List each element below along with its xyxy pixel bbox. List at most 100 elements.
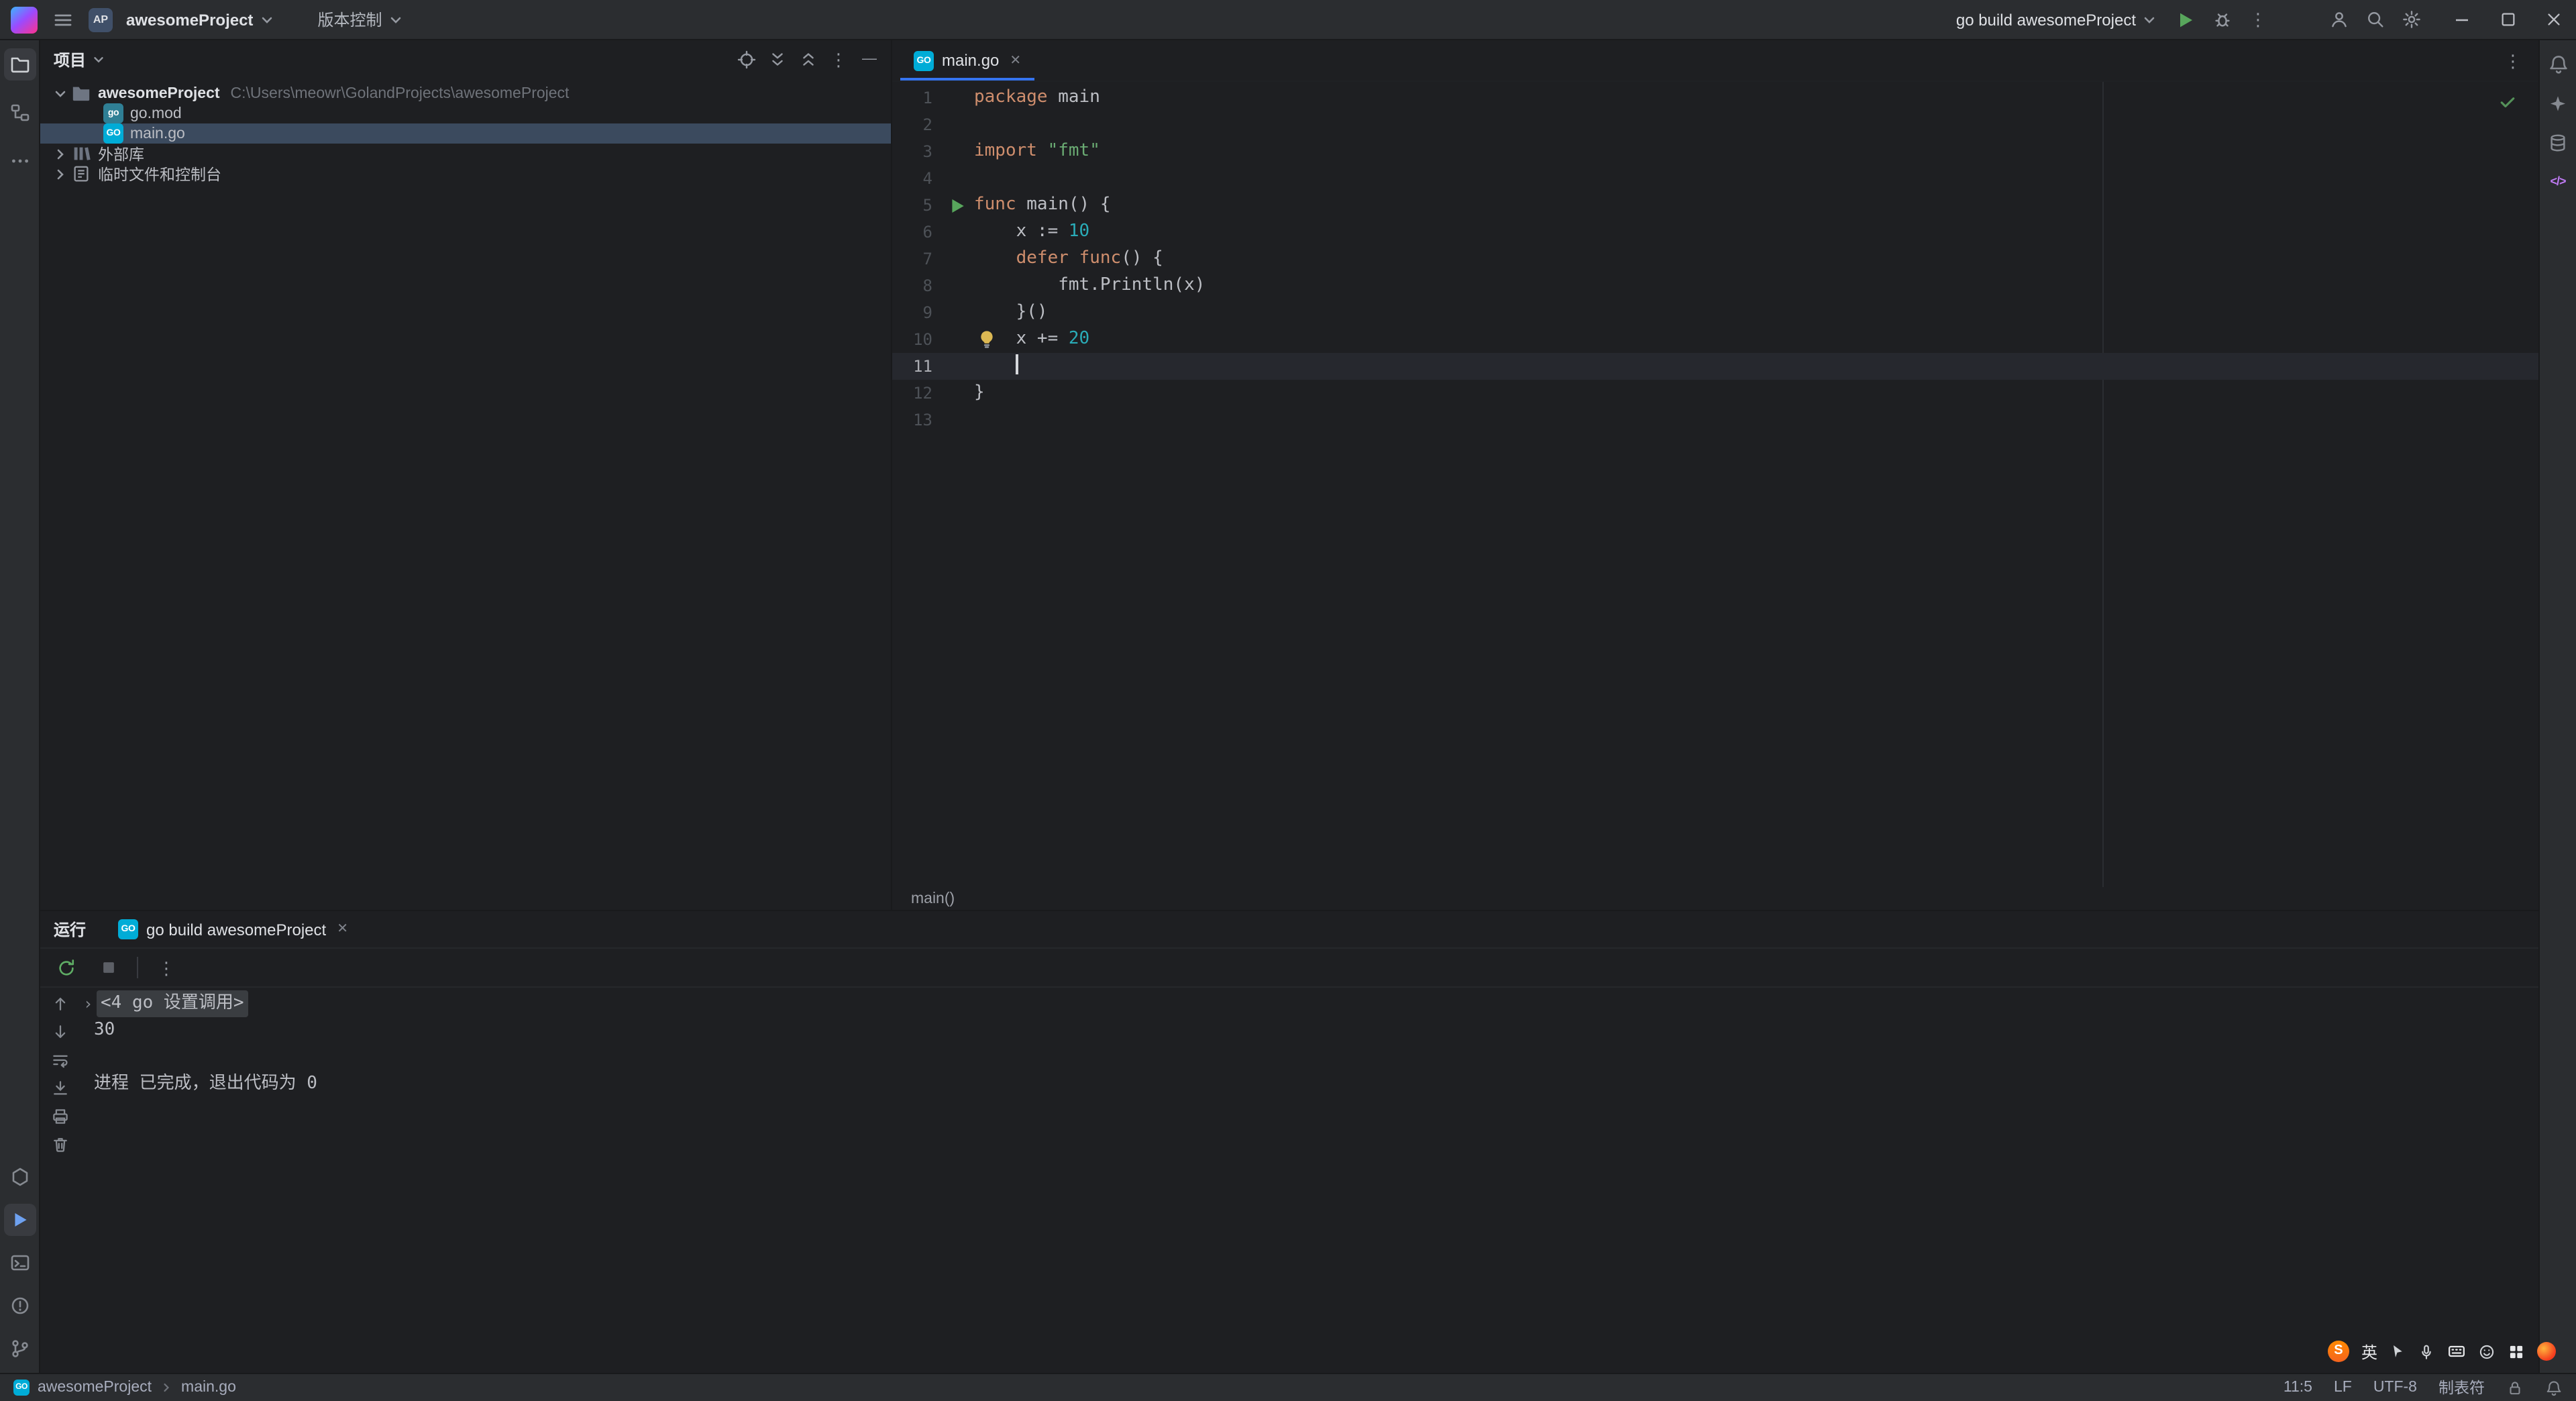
code-line[interactable]: 12} [892,380,2538,407]
ime-pointer-icon[interactable] [2390,1343,2406,1359]
ime-mic-icon[interactable] [2418,1343,2435,1360]
line-number[interactable]: 11 [892,357,941,376]
tree-row[interactable]: 外部库 [40,144,891,164]
run-panel-title[interactable]: 运行 [54,918,86,941]
tree-row[interactable]: 临时文件和控制台 [40,164,891,184]
ai-assistant-button[interactable] [2542,87,2574,119]
run-tool-window-button[interactable] [3,1204,36,1236]
main-menu-button[interactable] [48,5,78,34]
expand-all-button[interactable] [763,46,790,72]
select-opened-file-button[interactable] [733,46,759,72]
project-widget[interactable]: awesomeProject [123,5,277,34]
line-number[interactable]: 1 [892,89,941,107]
print-button[interactable] [47,1106,74,1127]
more-tool-windows-button[interactable] [3,145,36,177]
prev-occurrence-button[interactable] [47,993,74,1015]
run-button[interactable] [2171,5,2200,34]
structure-tool-window-button[interactable] [3,97,36,129]
chevron-right-icon[interactable] [51,144,70,163]
line-number[interactable]: 2 [892,115,941,134]
more-actions-button[interactable]: ⋮ [2243,5,2273,34]
services-tool-window-button[interactable] [3,1161,36,1193]
run-more-options-button[interactable]: ⋮ [152,953,181,982]
version-control-tool-window-button[interactable] [3,1333,36,1365]
line-separator-widget[interactable]: LF [2334,1380,2352,1396]
intention-bulb-icon[interactable] [977,329,997,349]
code-line[interactable]: 11 [892,353,2538,380]
editor-tab-options-button[interactable]: ⋮ [2498,46,2528,75]
ime-language-mode[interactable]: 英 [2361,1340,2377,1363]
code-line[interactable]: 2 [892,111,2538,138]
encoding-widget[interactable]: UTF-8 [2373,1380,2417,1396]
tree-row[interactable]: awesomeProject C:\Users\meowr\GolandProje… [40,83,891,103]
chevron-down-icon[interactable] [51,84,70,103]
maximize-button[interactable] [2485,0,2530,39]
code-line[interactable]: 1 package main [892,85,2538,111]
close-tab-icon[interactable]: ✕ [337,922,348,937]
indent-widget[interactable]: 制表符 [2438,1377,2485,1398]
code-line[interactable]: 9 }() [892,299,2538,326]
line-number[interactable]: 9 [892,303,941,322]
line-number[interactable]: 8 [892,276,941,295]
code-editor[interactable]: 1 package main 2 3 import "fmt" 4 5 func main()… [892,82,2538,887]
caret-position-widget[interactable]: 11:5 [2284,1380,2312,1396]
line-number[interactable]: 12 [892,384,941,403]
debug-button[interactable] [2207,5,2237,34]
project-options-button[interactable]: ⋮ [825,46,852,72]
close-tab-icon[interactable]: ✕ [1010,53,1021,68]
code-line[interactable]: 8 fmt.Println(x) [892,272,2538,299]
ime-toolbox-icon[interactable] [2508,1343,2525,1360]
fold-expander-icon[interactable]: › [83,990,97,1017]
code-line[interactable]: 3 import "fmt" [892,138,2538,165]
sogou-logo-icon[interactable]: S [2327,1341,2349,1362]
search-everywhere-button[interactable] [2360,5,2390,34]
console-output[interactable]: › <4 go 设置调用> 30 进程 已完成，退出代码为 0 [80,988,2538,1374]
ime-skin-icon[interactable] [2537,1342,2556,1361]
line-number[interactable]: 3 [892,142,941,161]
problems-tool-window-button[interactable] [3,1290,36,1322]
status-notifications-button[interactable] [2545,1379,2563,1396]
line-number[interactable]: 6 [892,223,941,242]
line-number[interactable]: 4 [892,169,941,188]
settings-button[interactable] [2396,5,2426,34]
notifications-button[interactable] [2542,48,2574,81]
soft-wrap-button[interactable] [47,1049,74,1071]
vcs-widget[interactable]: 版本控制 [288,5,403,34]
run-panel-tab[interactable]: GO go build awesomeProject ✕ [118,919,348,939]
code-line[interactable]: 7 defer func() { [892,246,2538,272]
endpoints-button[interactable]: </> [2542,165,2574,197]
line-number[interactable]: 5 [892,196,941,215]
read-only-toggle[interactable] [2506,1379,2524,1396]
next-occurrence-button[interactable] [47,1021,74,1043]
project-panel-title[interactable]: 项目 [54,48,86,70]
console-folded-region[interactable]: <4 go 设置调用> [97,990,248,1017]
hide-panel-button[interactable]: — [856,46,883,72]
scroll-to-end-button[interactable] [47,1078,74,1099]
line-number[interactable]: 10 [892,330,941,349]
rerun-button[interactable] [51,953,80,982]
project-tool-window-button[interactable] [3,48,36,81]
tree-row[interactable]: GO main.go [40,123,891,144]
terminal-tool-window-button[interactable] [3,1247,36,1279]
user-account-button[interactable] [2324,5,2353,34]
clear-console-button[interactable] [47,1134,74,1155]
code-line[interactable]: 6 x := 10 [892,219,2538,246]
line-number[interactable]: 13 [892,411,941,429]
database-button[interactable] [2542,126,2574,158]
run-configuration-selector[interactable]: go build awesomeProject [1956,10,2157,29]
project-avatar[interactable]: AP [89,7,113,32]
run-gutter-icon[interactable] [941,192,974,219]
editor-tab-main-go[interactable]: GO main.go ✕ [900,40,1035,81]
collapse-all-button[interactable] [794,46,821,72]
code-line[interactable]: 13 [892,407,2538,433]
code-line[interactable]: 10 x += 20 [892,326,2538,353]
chevron-right-icon[interactable] [51,164,70,183]
minimize-button[interactable] [2439,0,2485,39]
tree-row[interactable]: go go.mod [40,103,891,123]
ime-keyboard-icon[interactable] [2447,1342,2466,1361]
line-number[interactable]: 7 [892,250,941,268]
ime-emoji-icon[interactable] [2478,1343,2496,1360]
code-line[interactable]: 4 [892,165,2538,192]
breadcrumb[interactable]: main() [911,891,955,907]
stop-button[interactable] [94,953,123,982]
